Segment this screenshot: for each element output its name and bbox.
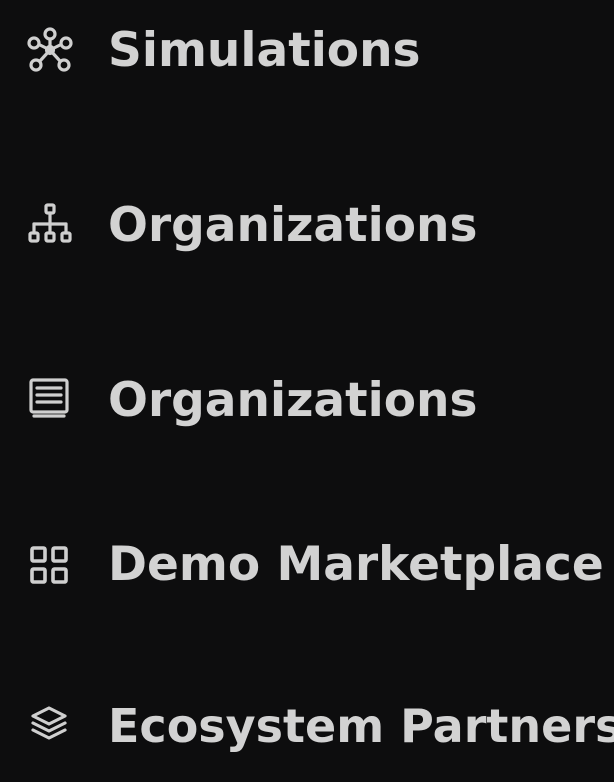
sidebar-item-label: Organizations	[108, 373, 478, 428]
sidebar-item-label: Simulations	[108, 23, 421, 78]
sidebar-nav: Simulations Organizations Organizations …	[0, 0, 614, 777]
org-hierarchy-icon	[22, 198, 78, 254]
sidebar-item-ecosystem-partners[interactable]: Ecosystem Partners	[0, 672, 614, 782]
sidebar-item-label: Demo Marketplace	[108, 537, 604, 592]
sidebar-item-label: Ecosystem Partners	[108, 699, 614, 753]
sidebar-item-organizations[interactable]: Organizations	[0, 175, 614, 285]
grid-apps-icon	[22, 540, 78, 596]
sidebar-item-simulations[interactable]: Simulations	[0, 0, 614, 110]
sidebar-item-label: Organizations	[108, 198, 478, 253]
network-nodes-icon	[22, 23, 78, 79]
sidebar-item-organizations-documents[interactable]: Organizations	[0, 350, 614, 460]
document-list-icon	[22, 372, 78, 428]
sidebar-item-demo-marketplace[interactable]: Demo Marketplace	[0, 514, 614, 624]
layers-stack-icon	[22, 700, 78, 756]
